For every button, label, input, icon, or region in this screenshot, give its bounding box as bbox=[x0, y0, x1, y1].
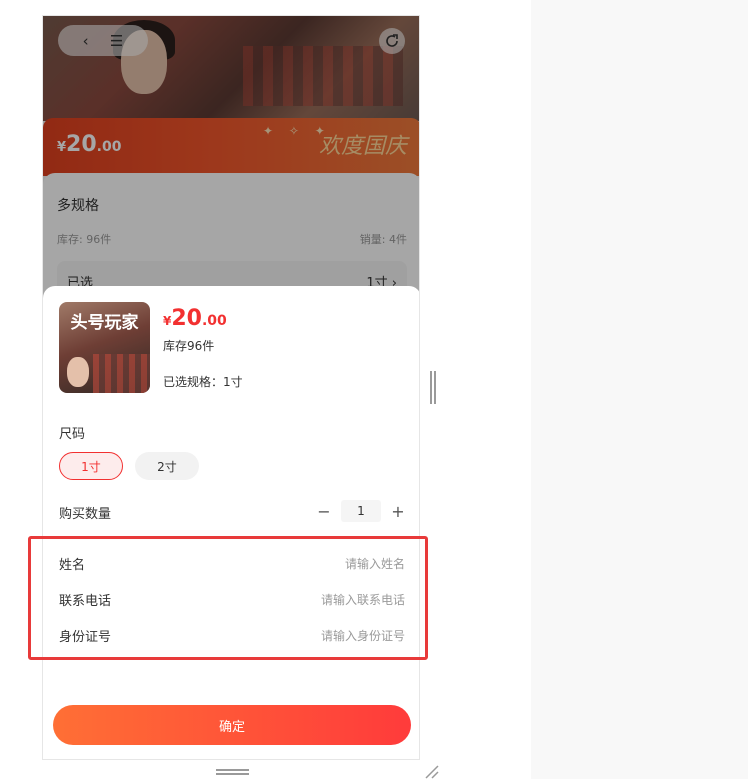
quantity-stepper: − 1 + bbox=[317, 500, 405, 522]
sheet-stock: 库存96件 bbox=[163, 339, 215, 353]
size-title: 尺码 bbox=[59, 427, 86, 442]
thumbnail-logo: 头号玩家 bbox=[70, 313, 139, 333]
resize-handle-right[interactable] bbox=[430, 371, 436, 404]
spec-sheet: 头号玩家 ¥20.00 库存96件 已选规格：1寸 尺码 1寸 2寸 购买数量 … bbox=[43, 286, 419, 759]
sheet-price: ¥20.00 bbox=[163, 306, 227, 331]
minus-button[interactable]: − bbox=[317, 502, 331, 521]
quantity-label: 购买数量 bbox=[59, 507, 112, 522]
size-option-2[interactable]: 2寸 bbox=[135, 452, 199, 480]
thumbnail-face bbox=[67, 357, 89, 387]
quantity-value[interactable]: 1 bbox=[341, 500, 381, 522]
product-thumbnail: 头号玩家 bbox=[59, 302, 150, 393]
left-gutter bbox=[0, 0, 42, 779]
thumbnail-street bbox=[93, 354, 150, 393]
chosen-spec: 已选规格：1寸 bbox=[163, 375, 243, 389]
resize-handle-bottom[interactable] bbox=[216, 769, 249, 775]
size-option-1[interactable]: 1寸 bbox=[59, 452, 123, 480]
right-pane bbox=[531, 0, 748, 779]
plus-button[interactable]: + bbox=[391, 502, 405, 521]
resize-corner-icon[interactable] bbox=[424, 764, 440, 780]
sheet-price-dec: .00 bbox=[201, 313, 227, 329]
confirm-button[interactable]: 确定 bbox=[53, 705, 411, 745]
highlight-box bbox=[28, 536, 428, 660]
sheet-price-int: 20 bbox=[171, 306, 202, 331]
